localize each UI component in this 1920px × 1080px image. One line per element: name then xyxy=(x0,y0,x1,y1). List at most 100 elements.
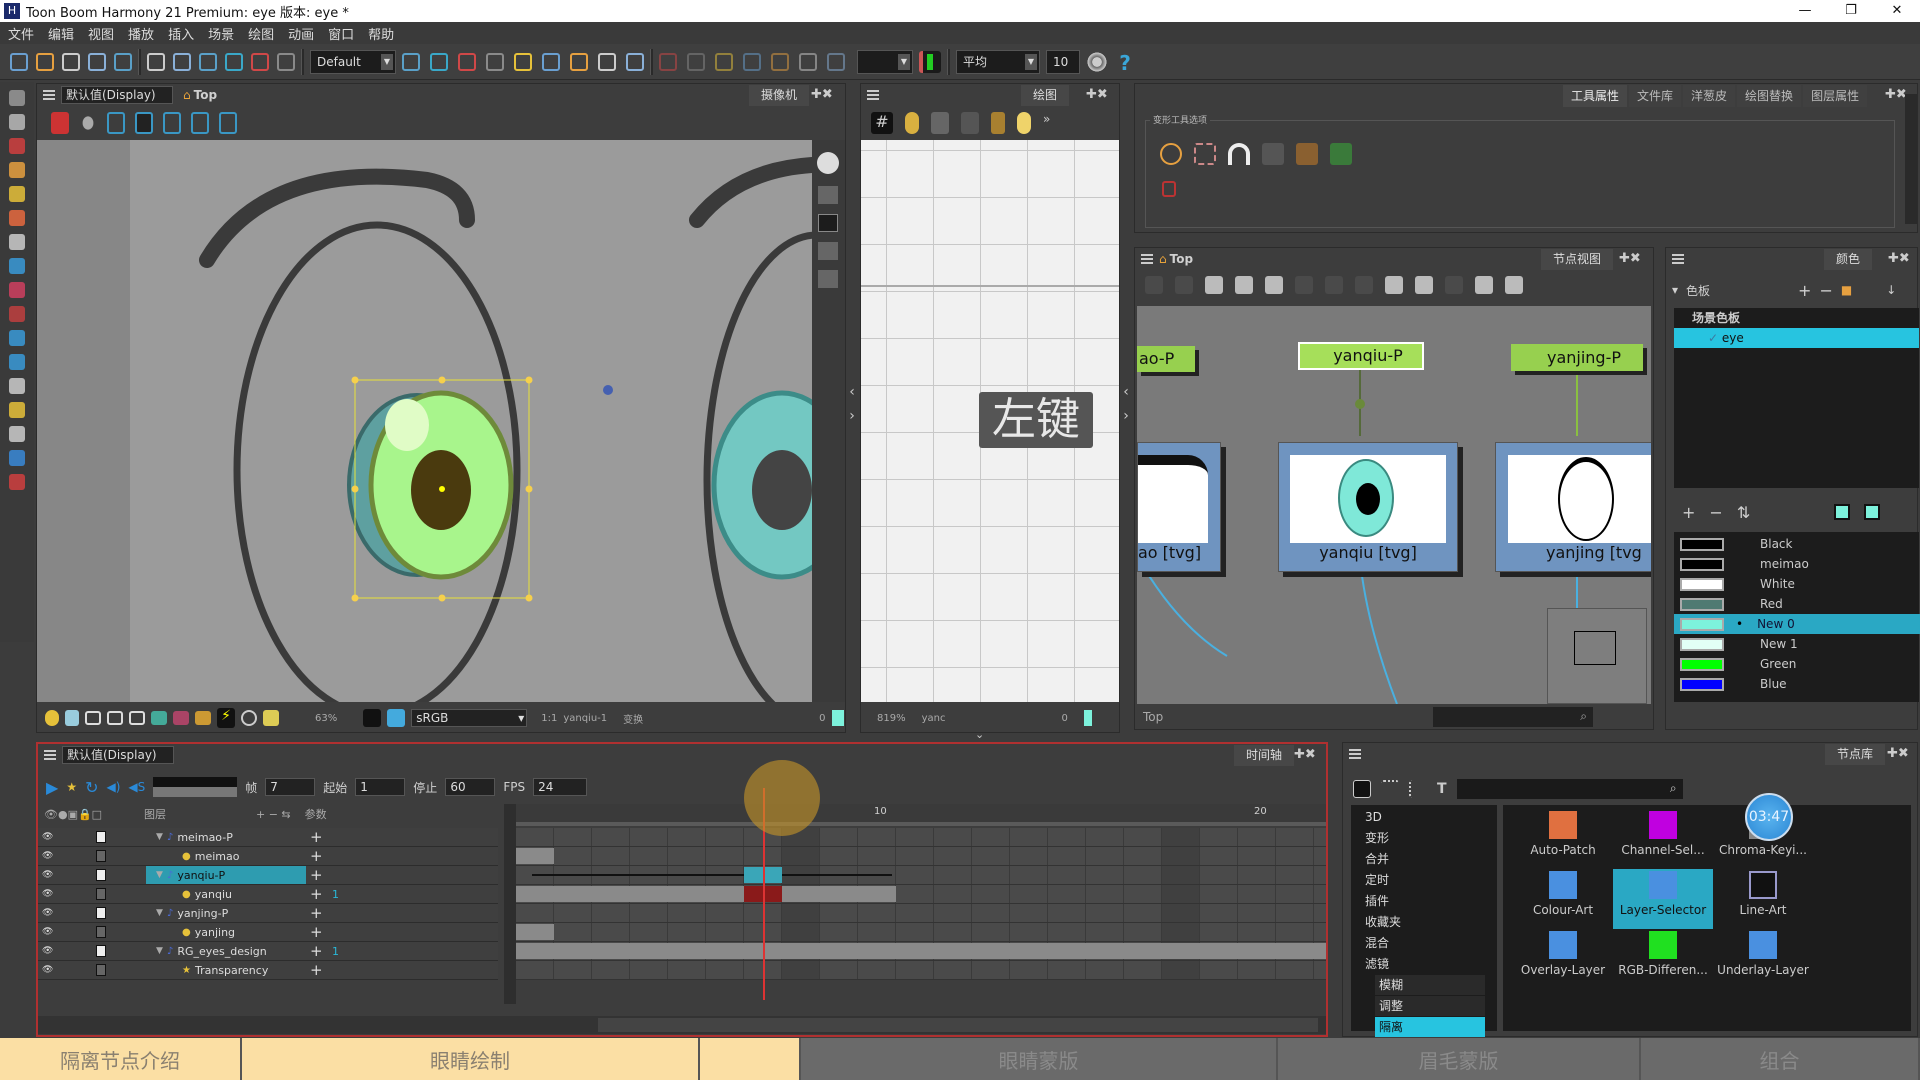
frame-cell[interactable] xyxy=(1162,847,1200,865)
select-icon[interactable] xyxy=(9,90,25,106)
frame-cell[interactable] xyxy=(858,923,896,941)
split-icon[interactable] xyxy=(1325,276,1343,294)
frame-cell[interactable] xyxy=(782,847,820,865)
expand-triangle-icon[interactable]: ▼ xyxy=(156,946,163,956)
loop-icon[interactable]: ↻ xyxy=(85,778,98,797)
chapter-segment[interactable]: 眉毛蒙版 xyxy=(1278,1038,1641,1080)
tree-view-icon[interactable] xyxy=(1353,780,1371,798)
scrollbar[interactable] xyxy=(1905,94,1917,224)
lock-icon[interactable] xyxy=(135,112,153,134)
expand-triangle-icon[interactable]: ▼ xyxy=(156,832,163,842)
frame-cell[interactable] xyxy=(1124,828,1162,846)
frame-cell[interactable] xyxy=(972,847,1010,865)
flip-icon[interactable] xyxy=(1330,143,1352,165)
expand-triangle-icon[interactable]: ▼ xyxy=(156,870,163,880)
gear-icon[interactable] xyxy=(1086,50,1108,73)
cutter-icon[interactable] xyxy=(1505,276,1523,294)
node-search-input[interactable]: ⌕ xyxy=(1433,707,1593,727)
close-window-button[interactable]: ✕ xyxy=(1874,0,1920,22)
weight-icon[interactable] xyxy=(799,52,817,71)
help-icon[interactable]: ? xyxy=(1114,51,1136,75)
panel-add-close-icon[interactable]: ✚✖ xyxy=(1885,87,1907,102)
tab-node-library[interactable]: 节点库 xyxy=(1825,744,1886,765)
gear-icon[interactable] xyxy=(79,112,97,134)
frame-cell[interactable] xyxy=(592,904,630,922)
frame-cell[interactable] xyxy=(1010,961,1048,979)
frame-cell[interactable] xyxy=(1086,828,1124,846)
frame-cell[interactable] xyxy=(1124,961,1162,979)
frame-cell[interactable] xyxy=(972,923,1010,941)
shade-icon[interactable] xyxy=(151,711,167,725)
cable-icon[interactable] xyxy=(1445,276,1463,294)
layer-name-cell[interactable]: ★ Transparency xyxy=(146,961,306,979)
tab-tool-properties-1[interactable]: 文件库 xyxy=(1629,85,1682,107)
frame-cell[interactable] xyxy=(1238,904,1276,922)
zoom-level[interactable]: 819% xyxy=(877,713,906,724)
exposure-block[interactable] xyxy=(516,886,896,902)
chapter-segment[interactable]: 眼睛绘制 xyxy=(242,1038,700,1080)
zoom-level[interactable]: 63% xyxy=(315,713,337,724)
frame-cell[interactable] xyxy=(630,828,668,846)
tab-camera[interactable]: 摄像机 xyxy=(749,85,810,106)
node-drawing-yanjing[interactable]: yanjing [tvg xyxy=(1495,442,1651,572)
hierarchy-icon[interactable] xyxy=(1409,780,1427,798)
node-icon[interactable] xyxy=(626,52,644,71)
lamp-icon[interactable] xyxy=(991,112,1005,134)
layer-color-swatch[interactable] xyxy=(96,869,106,881)
add-point-icon[interactable] xyxy=(191,112,209,134)
frame-cell[interactable] xyxy=(554,904,592,922)
frame-cell[interactable] xyxy=(1010,923,1048,941)
view-mode-select[interactable]: 默认值(Display) xyxy=(62,746,174,764)
frame-cell[interactable] xyxy=(1200,961,1238,979)
transform-icon[interactable] xyxy=(9,402,25,418)
kinematic-icon[interactable] xyxy=(827,52,845,71)
layer-row[interactable]: 👁 ▼ ♪ meimao-P + xyxy=(38,828,498,847)
visibility-icon[interactable]: 👁 xyxy=(42,908,56,918)
frame-cell[interactable] xyxy=(1124,885,1162,903)
frame-cell[interactable] xyxy=(1162,866,1200,884)
frame-cell[interactable] xyxy=(782,923,820,941)
frame-cell[interactable] xyxy=(668,847,706,865)
snap-magnet-icon[interactable] xyxy=(1228,143,1250,165)
open-icon[interactable] xyxy=(36,52,54,71)
blank-select[interactable]: ▼ xyxy=(857,49,913,74)
visibility-icon[interactable]: 👁 xyxy=(42,927,56,937)
frame-cell[interactable] xyxy=(1124,923,1162,941)
eraser-icon[interactable] xyxy=(9,210,25,226)
panel-menu-icon[interactable] xyxy=(867,90,879,100)
add-parameter-icon[interactable]: + xyxy=(310,847,323,865)
frame-cell[interactable] xyxy=(820,923,858,941)
gear-icon[interactable] xyxy=(363,709,382,727)
category-item[interactable]: 定时 xyxy=(1365,870,1389,890)
snap-icon[interactable] xyxy=(107,112,125,134)
layer-color-swatch[interactable] xyxy=(96,926,106,938)
menu-item[interactable]: 插入 xyxy=(168,24,194,43)
frame-cell[interactable] xyxy=(972,885,1010,903)
add-color-icon[interactable]: + xyxy=(1682,503,1695,522)
mirror-icon[interactable] xyxy=(1017,112,1031,134)
camera-viewport[interactable] xyxy=(37,140,812,702)
cutter-icon[interactable] xyxy=(9,450,25,466)
layer-row[interactable]: 👁 ● yanqiu +1 xyxy=(38,885,498,904)
tab-drawing[interactable]: 绘图 xyxy=(1021,85,1070,106)
frame-cell[interactable] xyxy=(592,923,630,941)
safe-area-icon[interactable] xyxy=(85,711,101,725)
category-item[interactable]: 调整 xyxy=(1375,996,1485,1016)
frame-cell[interactable] xyxy=(1162,828,1200,846)
text-icon[interactable] xyxy=(9,234,25,250)
remove-color-icon[interactable]: − xyxy=(1709,503,1722,522)
layer-row[interactable]: 👁 ● yanjing + xyxy=(38,923,498,942)
auto-keyframe-icon[interactable] xyxy=(919,50,941,73)
frame-cell[interactable] xyxy=(896,847,934,865)
lasso-node-icon[interactable] xyxy=(1385,276,1403,294)
frame-cell[interactable] xyxy=(858,847,896,865)
merge-icon[interactable] xyxy=(1355,276,1373,294)
frame-cell[interactable] xyxy=(972,866,1010,884)
frame-cell[interactable] xyxy=(934,961,972,979)
category-item[interactable]: 收藏夹 xyxy=(1365,912,1401,932)
category-item[interactable]: 模糊 xyxy=(1375,975,1485,995)
exposure-block[interactable] xyxy=(516,924,554,940)
paste-icon[interactable] xyxy=(251,52,269,71)
panel-menu-icon[interactable] xyxy=(43,90,55,100)
breadcrumb[interactable]: Top xyxy=(194,88,217,102)
